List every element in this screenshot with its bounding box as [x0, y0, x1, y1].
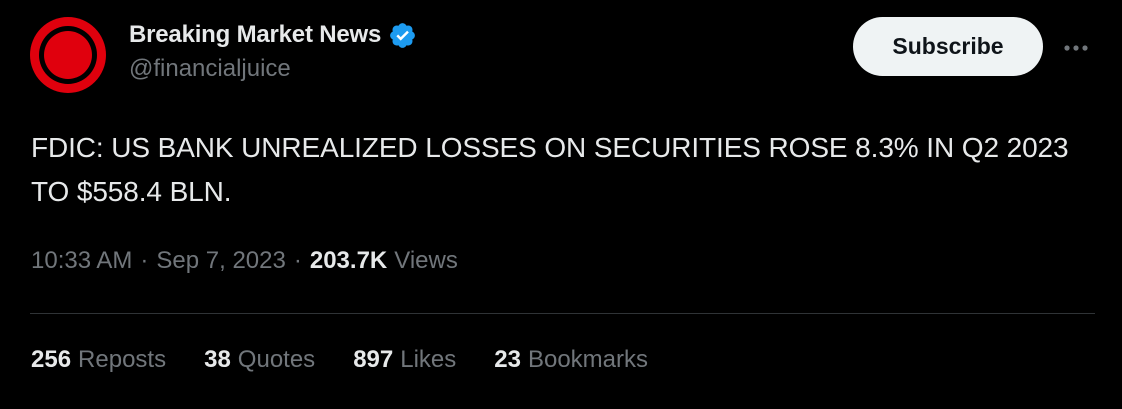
tweet-text: FDIC: US BANK UNREALIZED LOSSES ON SECUR… — [31, 132, 1069, 207]
quotes-stat[interactable]: 38 Quotes — [204, 346, 315, 374]
author-display-name[interactable]: Breaking Market News — [129, 21, 381, 49]
views-count: 203.7K — [309, 247, 388, 274]
likes-label: Likes — [400, 346, 457, 373]
tweet-time[interactable]: 10:33 AM — [31, 247, 132, 275]
tweet-detail: Breaking Market News @financialjuice Sub… — [0, 0, 1122, 409]
tweet-metadata: 10:33 AM · Sep 7, 2023 · 203.7K Views — [31, 247, 458, 275]
separator: · — [293, 247, 302, 274]
likes-count: 897 — [353, 346, 394, 373]
subscribe-button[interactable]: Subscribe — [853, 17, 1043, 76]
more-options-button[interactable] — [1058, 30, 1094, 66]
avatar[interactable] — [30, 17, 106, 93]
views-label: Views — [394, 247, 458, 274]
tweet-date[interactable]: Sep 7, 2023 — [156, 247, 285, 275]
bookmarks-count: 23 — [494, 346, 521, 373]
divider — [30, 313, 1095, 314]
reposts-label: Reposts — [78, 346, 167, 373]
likes-stat[interactable]: 897 Likes — [353, 346, 456, 374]
bookmarks-stat[interactable]: 23 Bookmarks — [494, 346, 648, 374]
ellipsis-icon — [1064, 45, 1088, 51]
reposts-count: 256 — [31, 346, 72, 373]
engagement-stats: 256 Reposts 38 Quotes 897 Likes 23 Bookm… — [31, 346, 686, 374]
quotes-count: 38 — [204, 346, 231, 373]
red-circle-logo-icon — [30, 17, 106, 93]
name-row: Breaking Market News — [129, 18, 417, 52]
quotes-label: Quotes — [237, 346, 316, 373]
verified-badge-icon[interactable] — [388, 21, 417, 50]
separator: · — [140, 247, 149, 274]
bookmarks-label: Bookmarks — [527, 346, 649, 373]
author-handle[interactable]: @financialjuice — [129, 55, 417, 83]
author-info: Breaking Market News @financialjuice — [129, 18, 417, 83]
reposts-stat[interactable]: 256 Reposts — [31, 346, 166, 374]
